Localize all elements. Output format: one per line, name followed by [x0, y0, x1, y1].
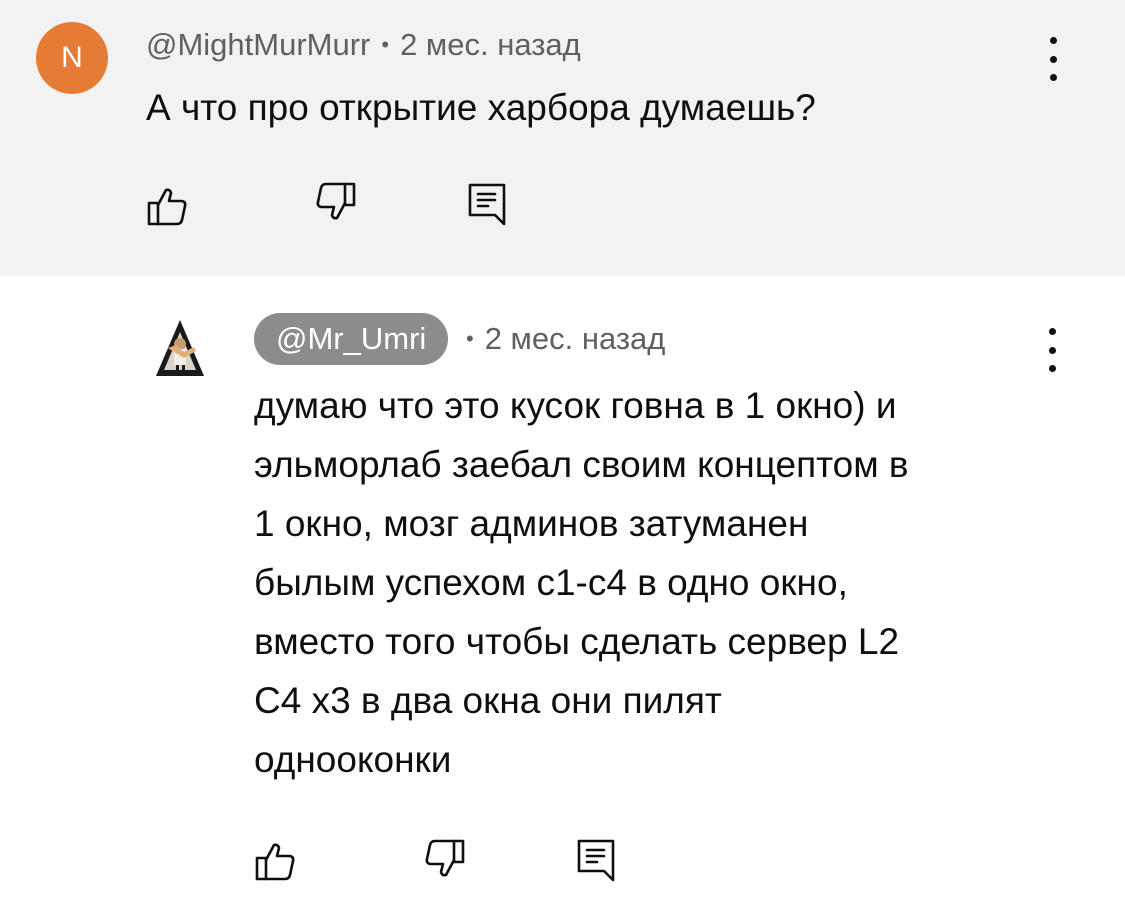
avatar[interactable]: N: [36, 22, 108, 94]
thumbs-down-icon[interactable]: [313, 180, 357, 224]
author-chip[interactable]: @Mr_Umri: [254, 313, 449, 365]
comment-text-line: 1 окно, мозг админов затуманен: [254, 503, 809, 544]
comment-highlighted: N @MightMurMurr • 2 мес. назад А что про о…: [0, 0, 1125, 276]
comment-text-line: эльморлаб заебал своим концептом в: [254, 444, 909, 485]
comment-text-line: C4 x3 в два окна они пилят: [254, 680, 722, 721]
avatar[interactable]: [154, 318, 206, 378]
meta-separator: •: [466, 326, 474, 351]
comment-text: думаю что это кусок говна в 1 окно) и эл…: [254, 376, 1054, 789]
more-vertical-icon[interactable]: [1041, 37, 1065, 81]
comment-meta: • 2 мес. назад: [466, 318, 665, 360]
comment-text-line: былым успехом с1-с4 в одно окно,: [254, 562, 848, 603]
more-vertical-icon[interactable]: [1040, 328, 1064, 372]
reply-comment-icon[interactable]: [575, 838, 619, 882]
comment-time[interactable]: 2 мес. назад: [485, 321, 666, 356]
comment-author[interactable]: @MightMurMurr: [146, 27, 370, 62]
comment-text-line: однооконки: [254, 739, 452, 780]
thumbs-up-icon[interactable]: [254, 839, 298, 883]
avatar-letter: N: [61, 41, 83, 74]
thumbs-down-icon[interactable]: [422, 837, 466, 881]
comment-meta: @MightMurMurr • 2 мес. назад: [146, 24, 581, 66]
comment-text-line: думаю что это кусок говна в 1 окно) и: [254, 385, 897, 426]
reply-comment-icon[interactable]: [466, 182, 510, 226]
thumbs-up-icon[interactable]: [146, 184, 190, 228]
meta-separator: •: [381, 32, 390, 57]
comment-time[interactable]: 2 мес. назад: [400, 27, 581, 62]
comment-text: А что про открытие харбора думаешь?: [146, 87, 816, 128]
comment-text-line: вместо того чтобы сделать сервер L2: [254, 621, 900, 662]
